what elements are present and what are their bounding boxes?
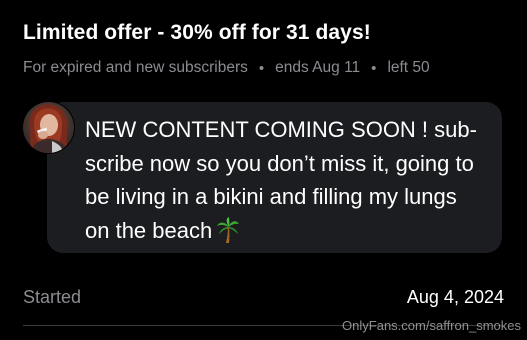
watermark: OnlyFans.com/saffron_smokes — [342, 318, 521, 333]
message-line: NEW CONTENT COMING SOON ! sub- — [85, 117, 477, 142]
promo-offer-screen: Limited offer - 30% off for 31 days! For… — [0, 0, 527, 340]
offer-remaining: left 50 — [387, 59, 430, 76]
palm-tree-icon — [216, 216, 240, 253]
meta-separator: • — [258, 59, 265, 77]
message-line: on the beach — [85, 217, 213, 243]
offer-meta: For expired and new subscribers • ends A… — [23, 59, 430, 77]
message-line-last: on the beach — [85, 214, 490, 253]
started-label: Started — [23, 287, 82, 307]
offer-title: Limited offer - 30% off for 31 days! — [23, 21, 371, 44]
offer-ends: ends Aug 11 — [275, 59, 361, 76]
message-line: scribe now so you don’t miss it, going t… — [85, 150, 474, 176]
avatar[interactable] — [22, 101, 75, 154]
message-text: NEW CONTENT COMING SOON ! sub- scribe no… — [85, 113, 490, 252]
avatar-image — [23, 102, 74, 153]
offer-audience: For expired and new subscribers — [23, 59, 248, 76]
started-date: Aug 4, 2024 — [406, 287, 504, 307]
message-line: be living in a bikini and filling my lun… — [85, 184, 457, 209]
meta-separator: • — [371, 59, 377, 77]
